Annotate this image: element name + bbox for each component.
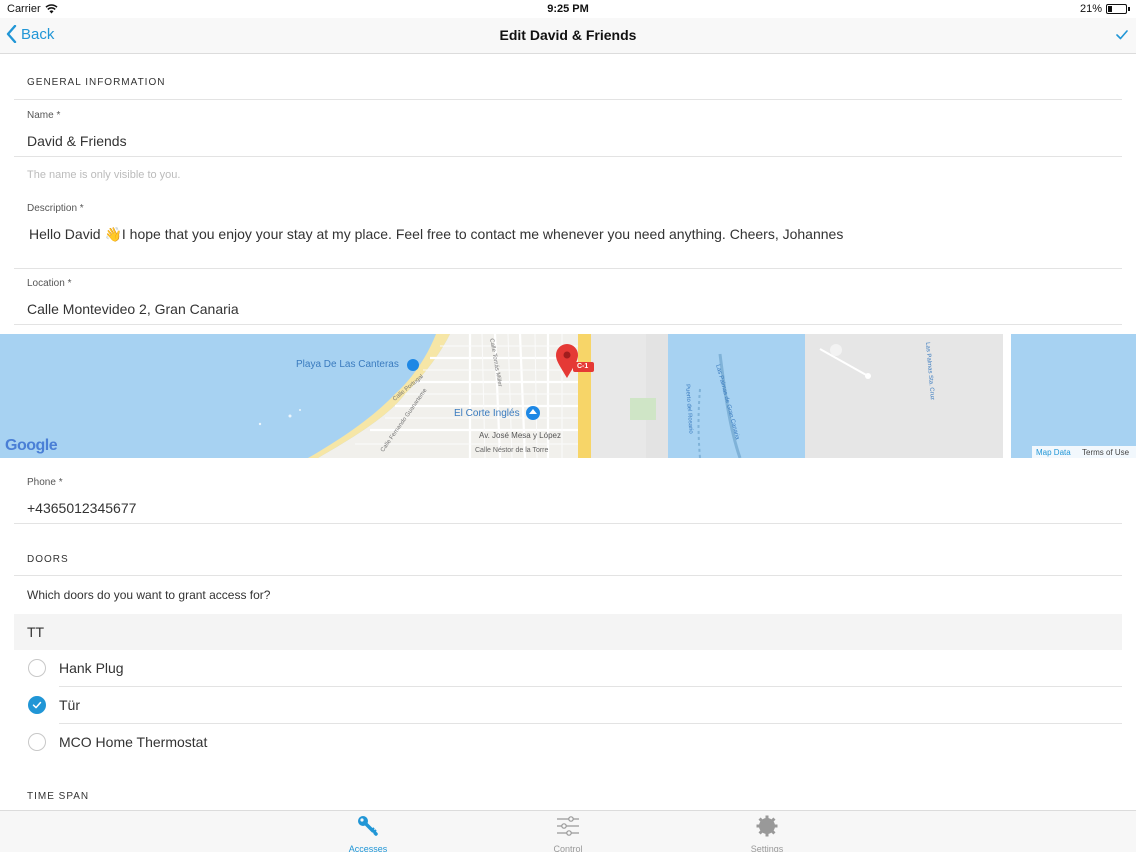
terms-of-use-link[interactable]: Terms of Use <box>1082 448 1129 457</box>
section-header-time-span: TIME SPAN <box>27 791 90 802</box>
map-label-mesa-lopez: Av. José Mesa y López <box>479 431 561 440</box>
gear-icon <box>756 815 778 837</box>
google-logo: Google <box>5 437 58 454</box>
name-hint: The name is only visible to you. <box>27 169 181 181</box>
location-label: Location * <box>27 278 72 289</box>
edit-form[interactable]: GENERAL INFORMATION Name * David & Frien… <box>0 55 1136 810</box>
doors-question: Which doors do you want to grant access … <box>27 588 271 602</box>
map-label-playa: Playa De Las Canteras <box>296 359 399 370</box>
checkbox-unchecked[interactable] <box>28 659 46 677</box>
door-item[interactable]: MCO Home Thermostat <box>14 724 1122 761</box>
sliders-icon <box>557 816 579 836</box>
save-button[interactable] <box>1116 27 1128 45</box>
location-map[interactable]: Playa De Las Canteras El Corte Inglés Av… <box>0 334 1136 458</box>
tab-control-label: Control <box>553 844 583 852</box>
road-badge: C-1 <box>577 363 589 370</box>
phone-input[interactable]: +4365012345677 <box>27 500 136 516</box>
door-group-name: TT <box>27 624 45 640</box>
status-time: 9:25 PM <box>547 3 589 15</box>
battery-icon <box>1106 4 1127 14</box>
page-title: Edit David & Friends <box>499 27 637 43</box>
door-item[interactable]: Hank Plug <box>14 650 1122 687</box>
divider <box>14 324 1122 325</box>
map-label-nestor-torre: Calle Néstor de la Torre <box>475 447 549 454</box>
door-group-header: TT <box>14 614 1122 650</box>
navigation-bar: Back Edit David & Friends <box>0 18 1136 54</box>
door-item-label: Tür <box>59 697 80 713</box>
name-input[interactable]: David & Friends <box>27 133 127 149</box>
phone-label: Phone * <box>27 477 63 488</box>
divider <box>14 268 1122 269</box>
door-item[interactable]: Tür <box>14 687 1122 724</box>
checkmark-icon <box>1116 30 1128 40</box>
tab-bar: Accesses Control Settings <box>0 810 1136 852</box>
tab-control[interactable]: Control <box>518 815 618 852</box>
tab-accesses[interactable]: Accesses <box>318 815 418 852</box>
checkbox-checked[interactable] <box>28 696 46 714</box>
tab-settings[interactable]: Settings <box>717 815 817 852</box>
status-right: 21% <box>1080 3 1130 15</box>
tab-settings-label: Settings <box>750 844 784 852</box>
divider <box>14 99 1122 100</box>
checkbox-unchecked[interactable] <box>28 733 46 751</box>
location-input[interactable]: Calle Montevideo 2, Gran Canaria <box>27 301 239 317</box>
section-header-doors: DOORS <box>27 554 69 565</box>
description-label: Description * <box>27 203 84 214</box>
divider <box>14 156 1122 157</box>
status-bar: Carrier 9:25 PM 21% <box>0 0 1136 18</box>
map-label-sta-cruz: Las Palmas Sta. Cruz <box>924 342 936 401</box>
battery-percent: 21% <box>1079 3 1102 15</box>
battery-cap <box>1128 7 1130 11</box>
door-item-label: MCO Home Thermostat <box>59 734 208 750</box>
map-label-las-palmas: Las Palmas de Gran Canaria <box>714 364 741 441</box>
key-icon <box>358 816 378 836</box>
description-input[interactable]: Hello David 👋I hope that you enjoy your … <box>29 226 843 243</box>
map-label-tomas-miller: Calle Tomás Miller <box>488 338 503 388</box>
map-labels: Playa De Las Canteras El Corte Inglés Av… <box>0 334 1136 458</box>
checkmark-icon <box>32 701 42 709</box>
door-item-label: Hank Plug <box>59 660 124 676</box>
map-label-guanarteme: Calle Fernando Guanarteme <box>380 387 429 454</box>
divider <box>14 523 1122 524</box>
map-data-link[interactable]: Map Data <box>1036 448 1071 457</box>
section-header-general: GENERAL INFORMATION <box>27 77 166 88</box>
map-label-puerto-rosario: Puerto del Rosario <box>684 384 694 435</box>
divider <box>14 575 1122 576</box>
tab-accesses-label: Accesses <box>348 844 388 852</box>
name-label: Name * <box>27 110 61 121</box>
map-label-corte-ingles: El Corte Inglés <box>454 408 520 419</box>
